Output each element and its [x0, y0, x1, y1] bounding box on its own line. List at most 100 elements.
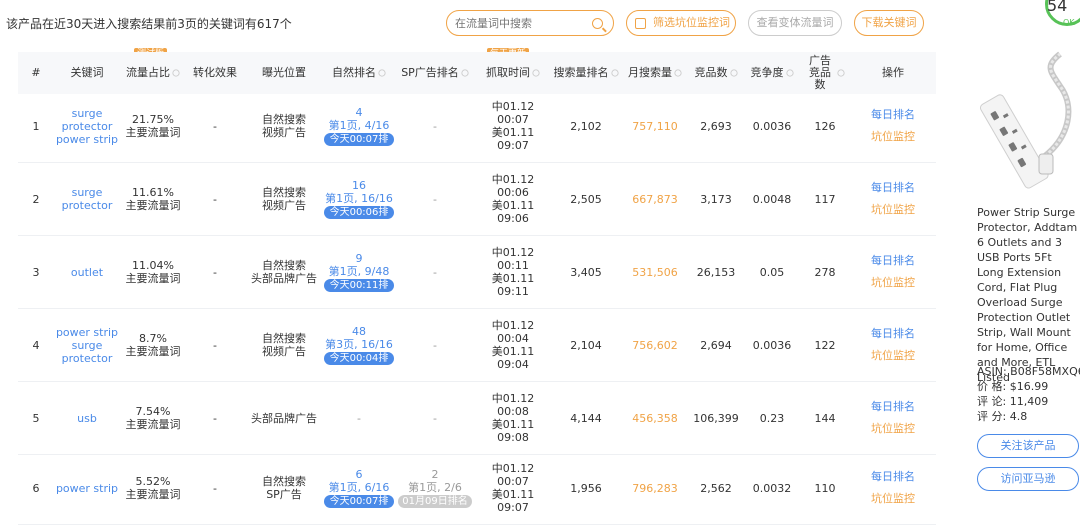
sort-icon[interactable]: [532, 69, 540, 77]
sort-icon[interactable]: [837, 69, 845, 77]
col-fetch[interactable]: 抓取时间: [476, 52, 550, 94]
sort-icon[interactable]: [729, 69, 738, 77]
sort-icon[interactable]: [785, 69, 794, 77]
fetch-time: 中01.12 00:07 美01.11 09:07: [476, 90, 550, 162]
share-type: 主要流量词: [125, 418, 181, 431]
col-organic[interactable]: 自然排名: [324, 52, 394, 94]
row-index-value: 2: [32, 192, 40, 206]
col-competition[interactable]: 竞争度: [744, 52, 800, 94]
variant-keywords-button[interactable]: 查看变体流量词: [748, 10, 842, 36]
organic-rank-num[interactable]: 6: [356, 468, 363, 481]
competition-value: 0.0032: [752, 481, 792, 495]
organic-rank-num[interactable]: 9: [356, 252, 363, 265]
organic-rank[interactable]: -: [324, 382, 394, 454]
search-input[interactable]: [455, 15, 585, 31]
keyword-text[interactable]: power strip: [56, 482, 118, 495]
sort-icon[interactable]: [461, 69, 469, 77]
organic-rank-num[interactable]: 16: [352, 179, 366, 192]
sp-rank: -: [394, 163, 476, 235]
keyword-link[interactable]: power strip surge protector: [54, 309, 120, 381]
daily-rank-link[interactable]: 每日排名: [871, 323, 915, 345]
keyword-link[interactable]: outlet: [54, 236, 120, 308]
fetch-time-us: 美01.11 09:07: [491, 488, 535, 514]
traffic-share: 8.7% 主要流量词: [120, 309, 186, 381]
sp-rank: -: [394, 236, 476, 308]
keyword-text[interactable]: surge: [72, 186, 103, 199]
slot-monitor-link[interactable]: 坑位监控: [871, 488, 915, 510]
organic-rank-page: 第1页, 16/16: [325, 192, 393, 205]
daily-rank-link[interactable]: 每日排名: [871, 466, 915, 488]
keyword-text[interactable]: power strip: [56, 326, 118, 339]
sort-icon[interactable]: [674, 69, 682, 77]
slot-monitor-link[interactable]: 坑位监控: [871, 126, 915, 148]
exposure-text: SP广告: [266, 488, 302, 501]
sort-icon[interactable]: [172, 69, 180, 77]
keyword-text[interactable]: protector: [62, 120, 113, 133]
organic-rank-page: 第3页, 16/16: [325, 338, 393, 351]
keyword-link[interactable]: usb: [54, 382, 120, 454]
product-image[interactable]: [975, 46, 1080, 196]
search-rank: 2,102: [550, 90, 622, 162]
keyword-link[interactable]: power strip: [54, 452, 120, 524]
table-row: 1 surge protector power strip 21.75% 主要流量词 - 自然…: [18, 90, 936, 163]
follow-product-button[interactable]: 关注该产品: [977, 434, 1079, 458]
exposure-text: 头部品牌广告: [251, 272, 317, 285]
filter-monitor-button[interactable]: 筛选坑位监控词: [626, 10, 736, 36]
keyword-text[interactable]: protector: [62, 199, 113, 212]
keyword-text[interactable]: surge: [72, 339, 103, 352]
sp-rank: 2 第1页, 2/6 01月09日排名: [394, 452, 476, 524]
toolbar: 该产品在近30天进入搜索结果前3页的关键词有617个 筛选坑位监控词 查看变体流…: [0, 0, 940, 46]
organic-rank[interactable]: 6 第1页, 6/16 今天00:07排名: [324, 452, 394, 524]
monthly-value: 796,283: [632, 481, 678, 495]
slot-monitor-link[interactable]: 坑位监控: [871, 345, 915, 367]
keyword-text[interactable]: power strip: [56, 133, 118, 146]
conversion: -: [186, 90, 244, 162]
checkbox-icon[interactable]: [635, 18, 646, 29]
organic-rank[interactable]: 48 第3页, 16/16 今天00:04排名: [324, 309, 394, 381]
keyword-text[interactable]: protector: [62, 352, 113, 365]
col-ad-products[interactable]: 广告竞品数: [800, 52, 850, 94]
sp-rank-num: 2: [431, 468, 439, 481]
share-type: 主要流量词: [125, 272, 181, 285]
organic-rank-num[interactable]: 48: [352, 325, 366, 338]
daily-rank-link[interactable]: 每日排名: [871, 177, 915, 199]
sort-icon[interactable]: [610, 69, 619, 77]
download-keywords-button[interactable]: 下载关键词: [854, 10, 924, 36]
organic-rank[interactable]: 16 第1页, 16/16 今天00:06排名: [324, 163, 394, 235]
col-share[interactable]: 流量占比: [120, 52, 186, 94]
search-rank-value: 4,144: [570, 411, 602, 425]
col-search-rank[interactable]: 搜索量排名: [550, 52, 622, 94]
keyword-text[interactable]: surge: [72, 107, 103, 120]
row-index: 3: [18, 236, 54, 308]
sp-rank: -: [394, 90, 476, 162]
col-sp[interactable]: SP广告排名: [394, 52, 476, 94]
slot-monitor-link[interactable]: 坑位监控: [871, 418, 915, 440]
col-products[interactable]: 竞品数: [688, 52, 744, 94]
keyword-link[interactable]: surge protector power strip: [54, 90, 120, 162]
monthly-value: 757,110: [632, 119, 678, 133]
daily-rank-link[interactable]: 每日排名: [871, 396, 915, 418]
slot-monitor-link[interactable]: 坑位监控: [871, 199, 915, 221]
daily-rank-link[interactable]: 每日排名: [871, 104, 915, 126]
keyword-text[interactable]: usb: [77, 412, 97, 425]
keyword-search[interactable]: [446, 10, 614, 36]
sort-icon[interactable]: [378, 69, 386, 77]
keyword-link[interactable]: surge protector: [54, 163, 120, 235]
col-monthly[interactable]: 月搜索量: [622, 52, 688, 94]
visit-amazon-button[interactable]: 访问亚马逊: [977, 467, 1079, 491]
competition-value: 0.05: [759, 265, 785, 279]
exposure-text: 自然搜索: [262, 332, 306, 345]
row-index-value: 5: [32, 411, 40, 425]
ad-products-value: 278: [814, 265, 836, 279]
slot-monitor-link[interactable]: 坑位监控: [871, 272, 915, 294]
organic-rank[interactable]: 9 第1页, 9/48 今天00:11排名: [324, 236, 394, 308]
keyword-text[interactable]: outlet: [71, 266, 103, 279]
product-price: 价 格: $16.99: [977, 380, 1049, 393]
organic-rank-page: -: [357, 411, 361, 425]
organic-rank-num[interactable]: 4: [356, 106, 363, 119]
organic-rank[interactable]: 4 第1页, 4/16 今天00:07排名: [324, 90, 394, 162]
share-type: 主要流量词: [125, 345, 181, 358]
fetch-time-cn: 中01.12 00:06: [491, 173, 535, 199]
search-icon[interactable]: [592, 18, 603, 29]
daily-rank-link[interactable]: 每日排名: [871, 250, 915, 272]
